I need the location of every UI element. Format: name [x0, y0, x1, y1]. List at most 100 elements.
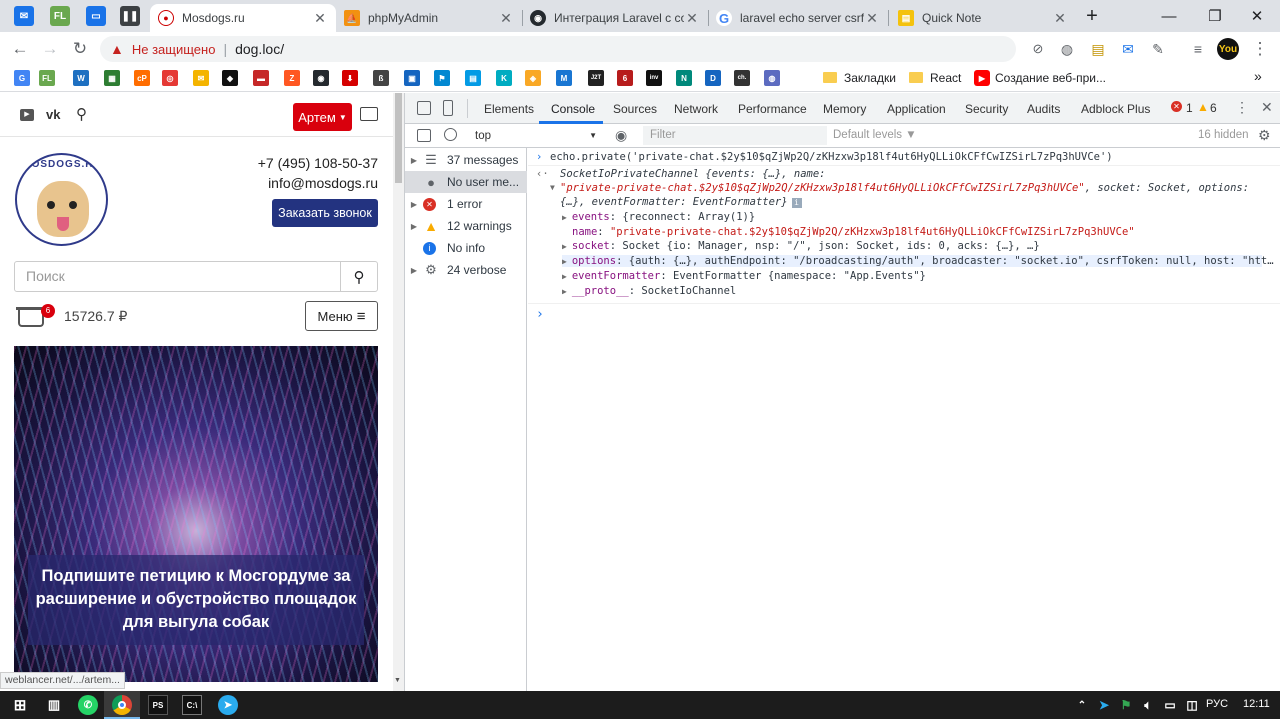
terminal-icon[interactable]: C:\: [182, 695, 202, 715]
bookmark-youtube[interactable]: Создание веб-при...: [995, 71, 1106, 85]
extension-check-icon[interactable]: ⊘: [1026, 37, 1050, 61]
bookmark-icon-14[interactable]: ▣: [404, 70, 420, 86]
whatsapp-icon[interactable]: ✆: [78, 695, 98, 715]
pinned-tab-mail[interactable]: ✉: [14, 6, 34, 26]
result-summary-line[interactable]: SocketIoPrivateChannel {events: {…}, nam…: [560, 168, 826, 180]
close-tab-icon[interactable]: ✕: [864, 10, 880, 27]
device-toolbar-icon[interactable]: [443, 100, 453, 116]
email-link[interactable]: info@mosdogs.ru: [180, 175, 378, 191]
console-filter-input[interactable]: Filter: [643, 126, 827, 145]
tray-telegram-icon[interactable]: ➤: [1094, 695, 1114, 715]
expand-arrow-icon[interactable]: ▶: [562, 257, 567, 266]
site-search-button[interactable]: ⚲: [340, 261, 378, 292]
property-row-events[interactable]: ▶ events: {reconnect: Array(1)}: [562, 211, 755, 223]
bookmark-icon-2[interactable]: FL: [39, 70, 55, 86]
banner-image[interactable]: Подпишите петицию к Мосгордуме за расшир…: [14, 346, 378, 682]
sidebar-item-verbose[interactable]: ▶ ⚙ 24 verbose: [405, 259, 527, 281]
bookmark-icon-16[interactable]: ▤: [465, 70, 481, 86]
bookmark-icon-5[interactable]: cP: [134, 70, 150, 86]
sidebar-item-messages[interactable]: ▶ ☰ 37 messages: [405, 149, 527, 171]
bookmark-icon-3[interactable]: W: [73, 70, 89, 86]
youtube-icon[interactable]: ▶: [20, 109, 34, 121]
bookmark-icon-21[interactable]: 6: [617, 70, 633, 86]
bookmark-folder-react[interactable]: React: [930, 71, 961, 85]
bookmark-icon-19[interactable]: M: [556, 70, 572, 86]
devtools-tab-audits[interactable]: Audits: [1027, 102, 1060, 116]
devtools-tab-application[interactable]: Application: [887, 102, 946, 116]
security-label[interactable]: Не защищено: [132, 42, 216, 57]
console-input-line[interactable]: echo.private('private-chat.$2y$10$qZjWp2…: [550, 151, 1113, 163]
browser-menu-icon[interactable]: ⋮: [1248, 37, 1272, 61]
tab-mosdogs[interactable]: ● Mosdogs.ru ✕: [150, 4, 336, 32]
extension-mail-icon[interactable]: ✉: [1116, 37, 1140, 61]
pinned-tab-fl[interactable]: FL: [50, 6, 70, 26]
close-tab-icon[interactable]: ✕: [1052, 10, 1068, 27]
devtools-tab-memory[interactable]: Memory: [823, 102, 866, 116]
back-icon[interactable]: ←: [8, 37, 32, 61]
pinned-tab-chat[interactable]: ▭: [86, 6, 106, 26]
site-search-input[interactable]: Поиск: [14, 261, 341, 292]
bookmark-icon-10[interactable]: Z: [284, 70, 300, 86]
chrome-icon[interactable]: [112, 695, 132, 715]
tray-flag-icon[interactable]: ⚑: [1116, 695, 1136, 715]
network-icon[interactable]: ▭: [1160, 695, 1180, 715]
devtools-tab-adblock-plus[interactable]: Adblock Plus: [1081, 102, 1150, 116]
new-tab-button[interactable]: +: [1076, 0, 1108, 32]
minimize-button[interactable]: —: [1146, 0, 1192, 32]
devtools-tab-network[interactable]: Network: [674, 102, 718, 116]
devtools-tab-sources[interactable]: Sources: [613, 102, 657, 116]
bookmark-icon-6[interactable]: ◎: [162, 70, 178, 86]
property-row-eventFormatter[interactable]: ▶ eventFormatter: EventFormatter {namespa…: [562, 270, 926, 282]
bookmark-icon-24[interactable]: D: [705, 70, 721, 86]
site-logo[interactable]: MOSDOGS.RU: [15, 153, 108, 246]
tab-google-search[interactable]: G laravel echo server csrf to ✕: [708, 4, 888, 32]
bookmark-icon-23[interactable]: N: [676, 70, 692, 86]
user-menu-button[interactable]: Артем ▼: [293, 103, 352, 131]
devtools-tab-elements[interactable]: Elements: [484, 102, 534, 116]
bookmark-icon-18[interactable]: ◈: [525, 70, 541, 86]
callback-button[interactable]: Заказать звонок: [272, 199, 378, 227]
info-badge-icon[interactable]: i: [791, 198, 802, 208]
ok-icon[interactable]: ⚲: [76, 105, 87, 123]
extension-note-icon[interactable]: ▤: [1086, 37, 1110, 61]
console-output[interactable]: › echo.private('private-chat.$2y$10$qZjW…: [528, 148, 1280, 691]
bookmark-icon-9[interactable]: ▬: [253, 70, 269, 86]
warning-count[interactable]: 6: [1210, 101, 1217, 115]
log-levels-dropdown[interactable]: Default levels ▼: [833, 129, 917, 141]
scroll-down-icon[interactable]: ▼: [394, 677, 401, 684]
task-view-icon[interactable]: ▥: [44, 695, 64, 715]
reload-icon[interactable]: ↻: [68, 37, 92, 61]
maximize-button[interactable]: ❐: [1192, 0, 1238, 32]
devtools-menu-icon[interactable]: ⋮: [1235, 99, 1249, 116]
expand-arrow-icon[interactable]: ▶: [562, 213, 567, 222]
close-devtools-icon[interactable]: ✕: [1261, 99, 1273, 116]
address-bar[interactable]: ▲ Не защищено | dog.loc/: [100, 36, 1016, 62]
bookmark-icon-20[interactable]: J2T: [588, 70, 604, 86]
tab-quick-note[interactable]: ▤ Quick Note ✕: [890, 4, 1076, 32]
extension-globe-icon[interactable]: ◍: [1055, 37, 1079, 61]
telegram-icon[interactable]: ➤: [218, 695, 238, 715]
collapse-arrow-icon[interactable]: ▼: [550, 183, 555, 192]
expand-arrow-icon[interactable]: ▶: [562, 242, 567, 251]
bookmark-icon-13[interactable]: ß: [373, 70, 389, 86]
bookmark-icon-1[interactable]: G: [14, 70, 30, 86]
tray-expand-icon[interactable]: ⌃: [1072, 695, 1092, 715]
profile-avatar[interactable]: You: [1217, 38, 1239, 60]
extension-list-icon[interactable]: ≡: [1186, 37, 1210, 61]
tab-laravel-integration[interactable]: ◉ Интеграция Laravel с со ✕: [522, 4, 708, 32]
menu-button[interactable]: Меню ≡: [305, 301, 378, 331]
mail-icon[interactable]: [360, 107, 378, 121]
phone-number[interactable]: +7 (495) 108-50-37: [180, 155, 378, 171]
devtools-tab-security[interactable]: Security: [965, 102, 1008, 116]
bookmark-icon-25[interactable]: ch.: [734, 70, 750, 86]
property-row-name[interactable]: name: "private-private-chat.$2y$10$qZjWp…: [572, 226, 1135, 238]
expand-arrow-icon[interactable]: ▶: [405, 156, 423, 165]
windows-start-icon[interactable]: ⊞: [10, 695, 30, 715]
bookmark-icon-11[interactable]: ◉: [313, 70, 329, 86]
close-tab-icon[interactable]: ✕: [498, 10, 514, 27]
sidebar-item-info[interactable]: i No info: [405, 237, 527, 259]
phpstorm-icon[interactable]: PS: [148, 695, 168, 715]
expand-arrow-icon[interactable]: ▶: [405, 200, 423, 209]
expand-arrow-icon[interactable]: ▶: [405, 222, 423, 231]
property-row-socket[interactable]: ▶ socket: Socket {io: Manager, nsp: "/", …: [562, 240, 1040, 252]
